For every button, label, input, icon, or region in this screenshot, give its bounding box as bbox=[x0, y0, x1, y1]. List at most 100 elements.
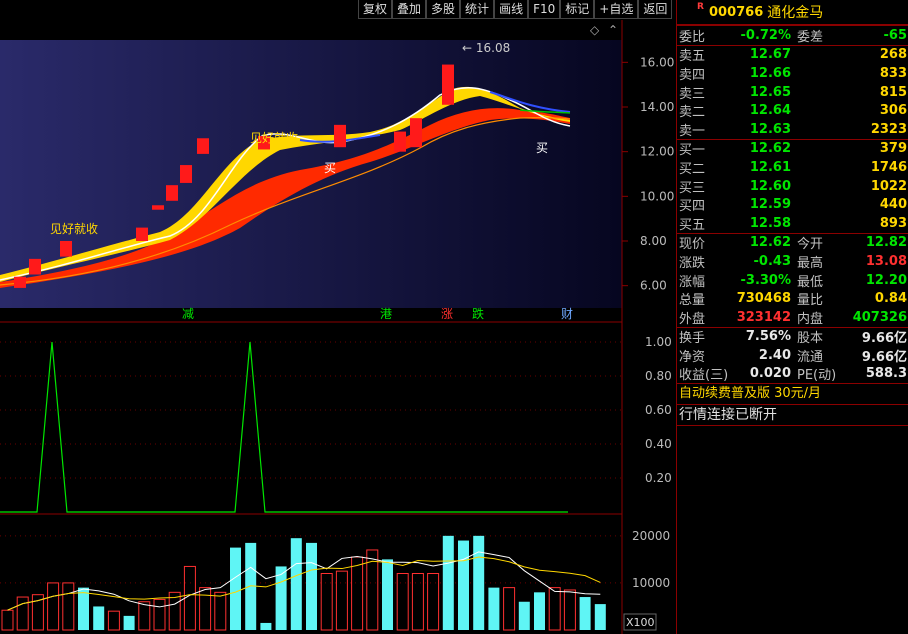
volume-bar[interactable] bbox=[47, 582, 60, 631]
stat-label: 外盘 bbox=[679, 311, 706, 327]
tb-duogu[interactable]: 多股 bbox=[426, 0, 461, 19]
tb-fanhui[interactable]: 返回 bbox=[638, 0, 673, 19]
stat-row: 现价 12.62 今开 12.82 bbox=[677, 234, 908, 252]
subscription-ad[interactable]: 自动续费普及版 30元/月 bbox=[677, 383, 908, 404]
volume-bar[interactable] bbox=[16, 596, 29, 631]
event-label[interactable]: 跌 bbox=[472, 306, 484, 321]
volume-bar[interactable] bbox=[214, 591, 227, 631]
indicator-tick-label: 1.00 bbox=[645, 335, 672, 349]
asks-row[interactable]: 卖五 12.67 268 bbox=[677, 46, 908, 64]
tb-tongji[interactable]: 统计 bbox=[460, 0, 495, 19]
bids-row[interactable]: 买一 12.62 379 bbox=[677, 140, 908, 158]
volume-bar[interactable] bbox=[427, 573, 440, 631]
volume-bar[interactable] bbox=[153, 598, 166, 631]
indicator-panel[interactable] bbox=[0, 341, 568, 513]
event-label[interactable]: 涨 bbox=[441, 306, 453, 321]
bids-row[interactable]: 买四 12.59 440 bbox=[677, 195, 908, 214]
volume-bar[interactable] bbox=[1, 609, 14, 631]
asks-row[interactable]: 卖三 12.65 815 bbox=[677, 83, 908, 102]
volume-bar[interactable] bbox=[78, 587, 89, 630]
stat-value: -0.43 bbox=[753, 253, 791, 269]
volume-bar[interactable] bbox=[518, 601, 530, 630]
volume-bar[interactable] bbox=[290, 538, 302, 630]
diamond-icon[interactable]: ◇ bbox=[590, 23, 600, 37]
volume-bar[interactable] bbox=[534, 592, 545, 630]
bids-row[interactable]: 买五 12.58 893 bbox=[677, 214, 908, 233]
volume-bar[interactable] bbox=[107, 610, 120, 631]
volume-bar[interactable] bbox=[411, 573, 424, 631]
volume-bar[interactable] bbox=[351, 556, 364, 631]
volume-bar[interactable] bbox=[320, 573, 333, 631]
candle[interactable] bbox=[152, 205, 164, 210]
candle[interactable] bbox=[29, 258, 41, 275]
volume-bar[interactable] bbox=[442, 535, 454, 630]
stat-row: 涨幅 -3.30% 最低 12.20 bbox=[677, 271, 908, 290]
stat-value: 13.08 bbox=[865, 253, 907, 269]
bids-row[interactable]: 买二 12.61 1746 bbox=[677, 158, 908, 177]
fin-label: PE(动) bbox=[797, 368, 837, 384]
candle[interactable] bbox=[14, 276, 26, 288]
fin-value: 7.56% bbox=[745, 329, 791, 345]
stat-value: 323142 bbox=[736, 309, 791, 325]
asks-row[interactable]: 卖四 12.66 833 bbox=[677, 64, 908, 83]
candle[interactable] bbox=[136, 227, 148, 241]
volume-bar[interactable] bbox=[260, 622, 272, 630]
tb-huaxian[interactable]: 画线 bbox=[494, 0, 529, 19]
kline-chart-area[interactable]: 见好就收见好就收买买← 16.08 减港涨跌财 16.0014.0012.001… bbox=[0, 0, 676, 634]
event-label[interactable]: 财 bbox=[561, 307, 573, 321]
event-label[interactable]: 港 bbox=[380, 307, 392, 321]
stock-header[interactable]: R 000766 通化金马 bbox=[677, 0, 908, 25]
volume-bar[interactable] bbox=[382, 559, 393, 630]
tb-zixuan[interactable]: +自选 bbox=[594, 0, 639, 19]
price-annotation: ← 16.08 bbox=[462, 41, 510, 55]
volume-bar[interactable] bbox=[306, 542, 317, 630]
volume-bar[interactable] bbox=[473, 535, 485, 630]
weibi-row: 委比 -0.72% 委差 -65 bbox=[677, 25, 908, 45]
tb-diejia[interactable]: 叠加 bbox=[392, 0, 427, 19]
asks-label: 卖二 bbox=[679, 105, 706, 121]
fin-value: 9.66亿 bbox=[861, 331, 907, 347]
bids-label: 买二 bbox=[679, 161, 706, 177]
volume-bar[interactable] bbox=[563, 589, 576, 631]
asks-row[interactable]: 卖二 12.64 306 bbox=[677, 101, 908, 120]
volume-bar[interactable] bbox=[183, 565, 196, 631]
tb-fuquan[interactable]: 复权 bbox=[358, 0, 393, 19]
volume-bar[interactable] bbox=[488, 587, 500, 630]
chevron-up-icon[interactable]: ⌃ bbox=[608, 23, 618, 37]
candle[interactable] bbox=[166, 185, 178, 201]
candle[interactable] bbox=[442, 64, 454, 99]
volume-bar[interactable] bbox=[123, 615, 135, 630]
event-label[interactable]: 减 bbox=[182, 307, 194, 321]
bids-row[interactable]: 买三 12.60 1022 bbox=[677, 177, 908, 196]
volume-bar[interactable] bbox=[335, 570, 348, 631]
price-tick-label: 12.00 bbox=[640, 145, 674, 159]
candle[interactable] bbox=[197, 138, 209, 154]
fundamentals: 换手 7.56% 股本 9.66亿 净资 2.40 流通 9.66亿 收益(三) 0… bbox=[677, 326, 908, 384]
volume-bar[interactable] bbox=[579, 597, 591, 630]
volume-bar[interactable] bbox=[396, 573, 409, 631]
volume-bar[interactable] bbox=[62, 582, 75, 631]
volume-bar[interactable] bbox=[230, 547, 241, 630]
volume-bar[interactable] bbox=[138, 601, 151, 631]
candle[interactable] bbox=[60, 241, 72, 257]
candle[interactable] bbox=[180, 165, 192, 183]
indicator-line[interactable] bbox=[0, 341, 568, 513]
candle[interactable] bbox=[410, 118, 422, 148]
volume-bar[interactable] bbox=[503, 587, 516, 631]
candle[interactable] bbox=[394, 131, 406, 152]
toolbar: 复权 叠加 多股 统计 画线 F10 标记 +自选 返回 bbox=[358, 0, 673, 20]
volume-bar[interactable] bbox=[548, 587, 561, 631]
asks-row[interactable]: 卖一 12.63 2323 bbox=[677, 120, 908, 139]
volume-bar[interactable] bbox=[93, 606, 105, 630]
tb-biaoji[interactable]: 标记 bbox=[560, 0, 595, 19]
volume-bar[interactable] bbox=[458, 540, 469, 630]
candle[interactable] bbox=[334, 124, 346, 148]
indicator-tick-label: 0.80 bbox=[645, 369, 672, 383]
price-tick-label: 8.00 bbox=[640, 234, 667, 248]
tb-f10[interactable]: F10 bbox=[528, 0, 561, 19]
event-labels[interactable]: 减港涨跌财 bbox=[182, 306, 573, 321]
bids-volume: 1022 bbox=[870, 178, 907, 194]
volume-bar[interactable] bbox=[199, 587, 212, 631]
volume-bar[interactable] bbox=[594, 604, 606, 630]
bids-price: 12.59 bbox=[749, 197, 791, 213]
